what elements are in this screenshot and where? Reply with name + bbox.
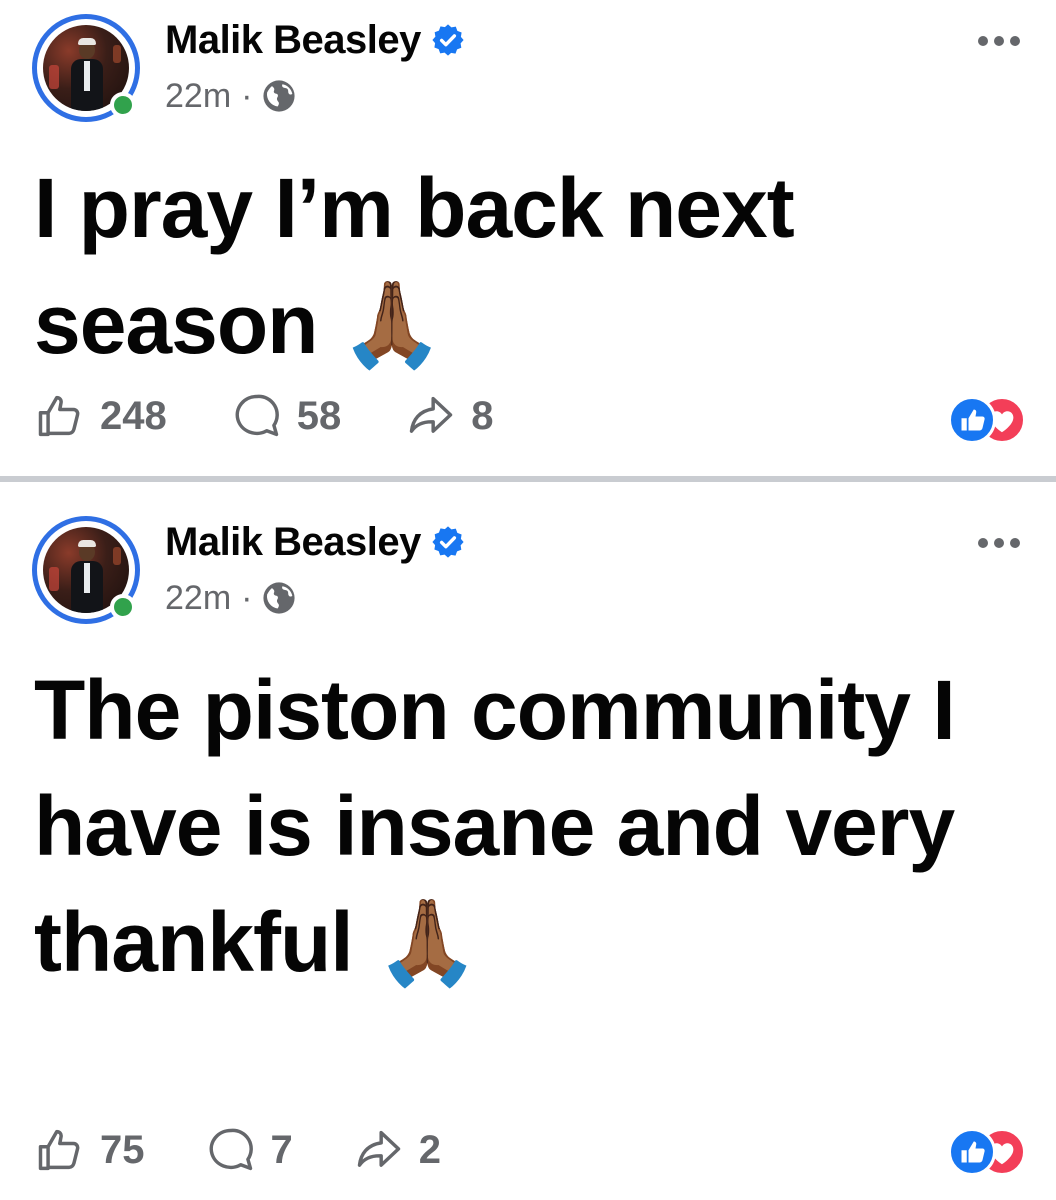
like-reaction-icon <box>948 396 996 444</box>
thumbs-up-icon <box>38 395 80 437</box>
online-status-indicator <box>110 92 136 118</box>
author-name[interactable]: Malik Beasley <box>165 516 421 568</box>
like-reaction-icon <box>948 1128 996 1176</box>
avatar[interactable] <box>32 516 140 624</box>
reaction-summary[interactable] <box>948 396 1026 444</box>
reaction-summary[interactable] <box>948 1128 1026 1176</box>
comment-count: 7 <box>270 1127 293 1172</box>
like-button[interactable]: 248 <box>34 390 167 442</box>
comment-button[interactable]: 7 <box>205 1124 293 1176</box>
more-options-icon[interactable] <box>978 538 1020 550</box>
share-button[interactable]: 8 <box>405 390 494 442</box>
author-name[interactable]: Malik Beasley <box>165 14 421 66</box>
post-text: The piston community I have is insane an… <box>34 663 956 989</box>
online-status-indicator <box>110 594 136 620</box>
share-arrow-icon <box>357 1130 400 1167</box>
share-count: 2 <box>418 1127 441 1172</box>
verified-badge-icon <box>432 24 464 56</box>
share-arrow-icon <box>410 396 453 433</box>
verified-badge-icon <box>432 526 464 558</box>
thumbs-up-icon <box>38 1129 80 1171</box>
share-button[interactable]: 2 <box>353 1124 441 1176</box>
post-card: Malik Beasley 22m · The piston community… <box>0 484 1056 1200</box>
comment-button[interactable]: 58 <box>231 390 342 442</box>
post-card: Malik Beasley 22m · I pray I’m back next… <box>0 0 1056 478</box>
globe-icon[interactable] <box>262 581 296 615</box>
like-button[interactable]: 75 <box>34 1124 145 1176</box>
meta-separator: · <box>241 579 253 617</box>
post-timestamp[interactable]: 22m <box>165 74 231 118</box>
post-divider <box>0 476 1056 482</box>
post-timestamp[interactable]: 22m <box>165 576 231 620</box>
like-count: 75 <box>100 1127 145 1172</box>
more-options-icon[interactable] <box>978 36 1020 48</box>
comment-bubble-icon <box>235 394 279 437</box>
comment-bubble-icon <box>209 1128 253 1171</box>
like-count: 248 <box>100 393 167 438</box>
post-text: I pray I’m back next season 🙏🏾 <box>34 161 795 371</box>
share-count: 8 <box>471 393 494 438</box>
globe-icon[interactable] <box>262 79 296 113</box>
comment-count: 58 <box>296 393 342 438</box>
meta-separator: · <box>241 77 253 115</box>
avatar[interactable] <box>32 14 140 122</box>
